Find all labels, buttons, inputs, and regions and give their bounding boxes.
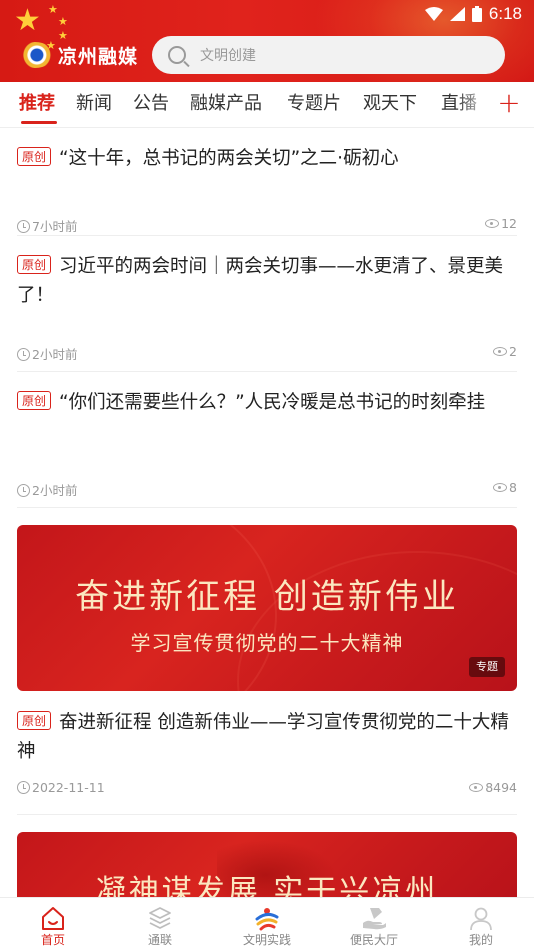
eye-icon: [485, 219, 500, 228]
divider: [17, 814, 517, 815]
star-icon: ★: [48, 3, 58, 16]
tab-news[interactable]: 新闻: [76, 82, 112, 126]
news-title: 原创 “这十年，总书记的两会关切”之二·砺初心: [17, 144, 517, 173]
logo-mark-icon: [16, 42, 54, 68]
tab-fade: [455, 82, 495, 126]
eye-icon: [469, 783, 484, 792]
clock-icon: [17, 220, 30, 233]
search-icon: [168, 46, 186, 64]
divider: [17, 371, 517, 372]
news-time: 2小时前: [32, 483, 78, 498]
signal-icon: [449, 7, 465, 21]
status-time: 6:18: [488, 4, 522, 23]
news-title: 原创 “你们还需要些什么？”人民冷暖是总书记的时刻牵挂: [17, 388, 517, 417]
news-time: 2小时前: [32, 347, 78, 362]
nav-profile[interactable]: 我的: [441, 898, 521, 950]
tab-recommend[interactable]: 推荐: [19, 82, 55, 126]
nav-contact[interactable]: 通联: [120, 898, 200, 950]
news-meta: 2022-11-11 8494: [17, 780, 517, 798]
news-title: 原创 习近平的两会时间｜两会关切事——水更清了、景更美了！: [17, 255, 504, 306]
view-count: 8494: [469, 780, 517, 795]
topic-tag: 专题: [469, 657, 505, 677]
clock-icon: [17, 484, 30, 497]
banner-headline: 奋进新征程 创造新伟业: [75, 577, 459, 617]
nav-service-hall[interactable]: 便民大厅: [334, 898, 414, 950]
original-badge: 原创: [17, 255, 52, 274]
clock-icon: [17, 348, 30, 361]
news-item[interactable]: 原创 “这十年，总书记的两会关切”之二·砺初心 7小时前 12: [17, 144, 517, 234]
add-tab-button[interactable]: +: [495, 82, 523, 126]
search-bar[interactable]: 文明创建: [152, 36, 505, 74]
app-logo[interactable]: 凉州融媒: [16, 38, 138, 72]
news-time: 2022-11-11: [32, 780, 105, 795]
news-meta: 7小时前 12: [17, 216, 517, 234]
layers-icon: [149, 907, 171, 929]
view-count: 2: [493, 344, 517, 359]
news-time: 7小时前: [32, 219, 78, 234]
civilization-logo-icon: [255, 908, 279, 931]
clock-icon: [17, 781, 30, 794]
news-title: 原创 奋进新征程 创造新伟业——学习宣传贯彻党的二十大精神: [17, 711, 509, 762]
battery-icon: [471, 6, 482, 22]
divider: [17, 235, 517, 236]
star-icon: ★: [58, 15, 68, 28]
app-header: ★ ★ ★ ★ ★ 6:18 凉州融媒 文明创建: [0, 0, 534, 82]
news-item[interactable]: 原创 “你们还需要些什么？”人民冷暖是总书记的时刻牵挂 2小时前 8: [17, 388, 517, 498]
app-name: 凉州融媒: [58, 45, 139, 68]
news-item[interactable]: 原创 习近平的两会时间｜两会关切事——水更清了、景更美了！ 2小时前 2: [17, 252, 517, 362]
eye-icon: [493, 347, 508, 356]
news-meta: 2小时前 8: [17, 480, 517, 498]
banner-subtitle: 学习宣传贯彻党的二十大精神: [130, 631, 404, 655]
star-icon: ★: [14, 3, 41, 38]
news-item[interactable]: 原创 奋进新征程 创造新伟业——学习宣传贯彻党的二十大精神 2022-11-11 …: [17, 708, 517, 795]
news-meta: 2小时前 2: [17, 344, 517, 362]
view-count: 12: [485, 216, 517, 231]
divider: [17, 507, 517, 508]
tab-media-products[interactable]: 融媒产品: [190, 82, 262, 126]
bottom-nav: 首页 通联 文明实践 便民大厅 我的: [0, 897, 534, 950]
eye-icon: [493, 483, 508, 492]
home-icon: [42, 907, 64, 930]
status-bar: 6:18: [424, 0, 534, 28]
service-hand-icon: [363, 908, 386, 930]
search-placeholder: 文明创建: [200, 48, 256, 64]
user-icon: [470, 907, 492, 931]
view-count: 8: [493, 480, 517, 495]
wifi-icon: [424, 7, 443, 21]
tab-notice[interactable]: 公告: [133, 82, 169, 126]
category-tabs: 推荐 新闻 公告 融媒产品 专题片 观天下 直播 +: [0, 82, 534, 128]
tab-world[interactable]: 观天下: [363, 82, 417, 126]
nav-home[interactable]: 首页: [13, 898, 93, 950]
topic-banner[interactable]: 奋进新征程 创造新伟业 学习宣传贯彻党的二十大精神 专题: [17, 525, 517, 691]
active-tab-indicator: [21, 121, 57, 124]
nav-civilization[interactable]: 文明实践: [227, 898, 307, 950]
tab-documentary[interactable]: 专题片: [287, 82, 341, 126]
original-badge: 原创: [17, 391, 52, 410]
original-badge: 原创: [17, 147, 52, 166]
original-badge: 原创: [17, 711, 52, 730]
